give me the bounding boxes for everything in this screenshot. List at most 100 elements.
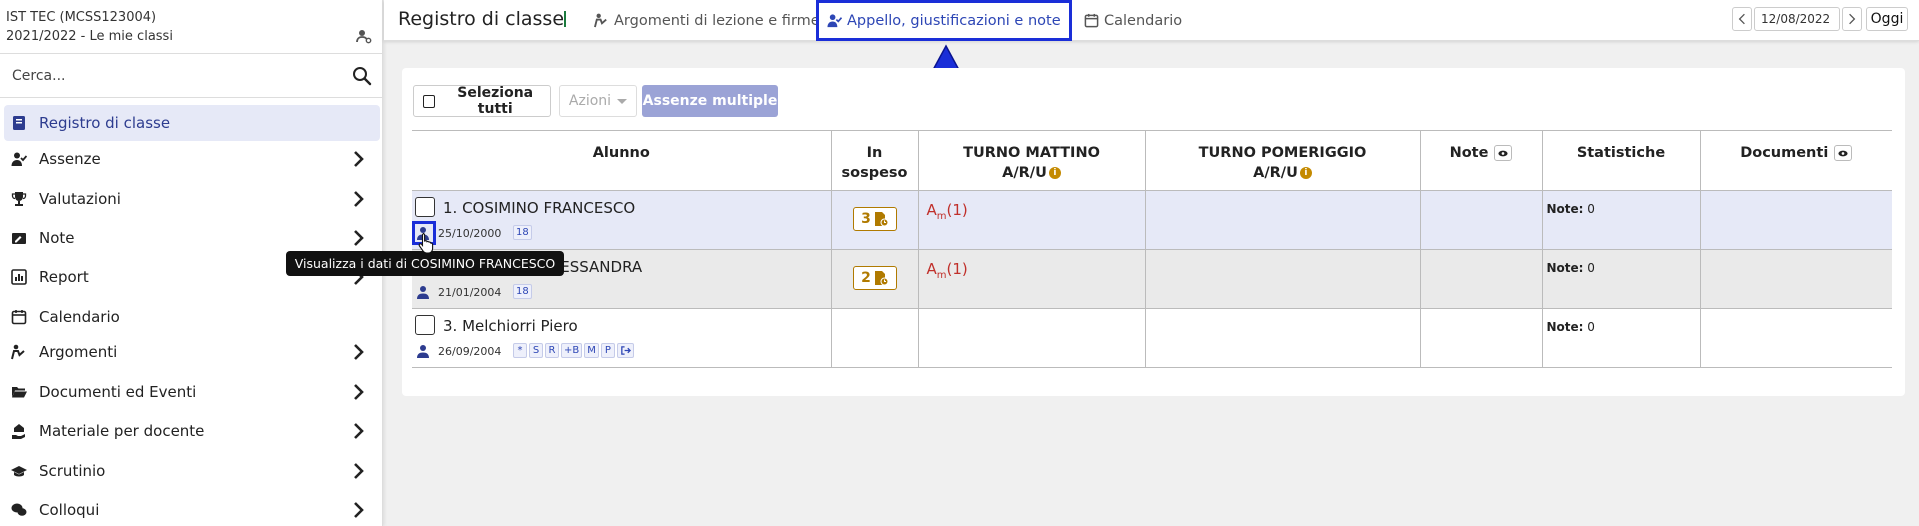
table-row: 2. ESPOSITO ALESSANDRA 21/01/2004 18 2 A… <box>412 249 1892 309</box>
cell-in-sospeso <box>830 308 918 368</box>
sidebar-item-valutazioni[interactable]: Valutazioni <box>4 181 380 217</box>
hand-cursor-icon <box>418 232 434 254</box>
row-checkbox[interactable] <box>415 315 435 335</box>
absence-marker[interactable]: Am(1) <box>927 260 968 281</box>
cell-turno-mattino[interactable]: Am(1) <box>917 190 1145 250</box>
student-tags: * S R +B M P <box>513 343 636 358</box>
chevron-right-icon <box>352 462 366 480</box>
student-name[interactable]: 1. COSIMINO FRANCESCO <box>443 199 635 217</box>
search-input[interactable] <box>12 64 342 88</box>
chevron-right-icon <box>1848 13 1856 25</box>
sidebar-item-documenti[interactable]: Documenti ed Eventi <box>4 374 380 410</box>
user-settings-icon[interactable] <box>356 28 372 44</box>
date-prev-button[interactable] <box>1732 7 1752 31</box>
person-icon[interactable] <box>416 344 430 358</box>
search-icon[interactable] <box>352 66 372 86</box>
title-separator <box>564 11 566 27</box>
tag-badge: 18 <box>513 284 532 299</box>
sidebar-item-registro[interactable]: Registro di classe <box>4 105 380 141</box>
note-stat: Note: 0 <box>1546 320 1595 334</box>
tab-calendario[interactable]: Calendario <box>1084 0 1182 41</box>
tag-badge: R <box>545 343 559 358</box>
cell-turno-mattino[interactable]: Am(1) <box>917 249 1145 309</box>
cell-note[interactable] <box>1419 249 1542 309</box>
cell-documenti[interactable] <box>1699 249 1892 309</box>
select-all-label: Seleziona tutti <box>457 85 534 117</box>
multiple-absences-button[interactable]: Assenze multiple <box>642 85 778 117</box>
eye-icon[interactable] <box>1494 145 1513 161</box>
document-clock-icon <box>871 212 888 226</box>
calendar-icon <box>1084 13 1104 28</box>
tab-label: Calendario <box>1104 12 1183 29</box>
cell-statistiche: Note: 0 <box>1541 190 1700 250</box>
tab-argomenti[interactable]: Argomenti di lezione e firme <box>594 0 820 41</box>
tag-badge: M <box>584 343 599 358</box>
pending-badge[interactable]: 3 <box>852 207 897 231</box>
student-dob: 26/09/2004 <box>438 345 502 358</box>
cell-alunno: 1. COSIMINO FRANCESCO 25/10/2000 18 <box>412 190 831 250</box>
person-icon[interactable] <box>416 285 430 299</box>
student-name[interactable]: 3. Melchiorri Piero <box>443 317 578 335</box>
sidebar-item-materiale[interactable]: Materiale per docente <box>4 413 380 449</box>
main-panel: Seleziona tutti Azioni Assenze multiple … <box>402 68 1905 396</box>
school-name: IST TEC (MCSS123004) <box>6 10 157 25</box>
cell-documenti[interactable] <box>1699 308 1892 368</box>
cell-turno-pomeriggio[interactable] <box>1144 308 1420 368</box>
student-dob: 21/01/2004 <box>438 286 502 299</box>
note-stat: Note: 0 <box>1546 261 1595 275</box>
cell-note[interactable] <box>1419 308 1542 368</box>
user-check-icon <box>827 13 847 28</box>
cell-in-sospeso: 2 <box>830 249 918 309</box>
tab-appello[interactable]: Appello, giustificazioni e note <box>816 0 1072 41</box>
exit-icon[interactable] <box>616 343 634 358</box>
page-title: Registro di classe <box>398 8 565 30</box>
note-edit-icon <box>11 230 27 246</box>
comments-icon <box>11 502 27 518</box>
book-icon <box>11 115 27 131</box>
cell-documenti[interactable] <box>1699 190 1892 250</box>
table-row: 1. COSIMINO FRANCESCO 25/10/2000 18 3 Am… <box>412 190 1892 250</box>
table-header: Alunno In sospeso TURNO MATTINO A/R/U i TU… <box>412 130 1892 191</box>
sidebar-item-label: Valutazioni <box>39 190 121 208</box>
tab-label: Appello, giustificazioni e note <box>847 12 1061 29</box>
sidebar-item-calendario[interactable]: Calendario <box>4 299 380 335</box>
actions-dropdown[interactable]: Azioni <box>559 85 637 117</box>
chevron-right-icon <box>352 343 366 361</box>
today-button[interactable]: Oggi <box>1866 7 1908 31</box>
tab-label: Argomenti di lezione e firme <box>614 12 820 29</box>
tag-badge: 18 <box>513 225 532 240</box>
cell-turno-mattino[interactable] <box>917 308 1145 368</box>
cell-turno-pomeriggio[interactable] <box>1144 190 1420 250</box>
sidebar-item-colloqui[interactable]: Colloqui <box>4 492 380 526</box>
sidebar-item-label: Registro di classe <box>39 114 171 132</box>
header-turno-mattino: TURNO MATTINO A/R/U i <box>917 130 1145 191</box>
table-row: 3. Melchiorri Piero 26/09/2004 * S R +B … <box>412 308 1892 368</box>
info-icon[interactable]: i <box>1048 167 1061 179</box>
student-tags: 18 <box>513 284 534 299</box>
sidebar-item-assenze[interactable]: Assenze <box>4 141 380 177</box>
date-next-button[interactable] <box>1842 7 1862 31</box>
absence-marker[interactable]: Am(1) <box>927 201 968 222</box>
sidebar-item-argomenti[interactable]: Argomenti <box>4 334 380 370</box>
folder-open-icon <box>11 384 27 400</box>
pending-badge[interactable]: 2 <box>852 266 897 290</box>
tag-badge: +B <box>561 343 583 358</box>
info-icon[interactable]: i <box>1299 167 1312 179</box>
chart-icon <box>11 269 27 285</box>
cell-turno-pomeriggio[interactable] <box>1144 249 1420 309</box>
date-input[interactable] <box>1754 7 1840 31</box>
sidebar-item-scrutinio[interactable]: Scrutinio <box>4 453 380 489</box>
select-all-button[interactable]: Seleziona tutti <box>413 85 551 117</box>
row-checkbox[interactable] <box>415 197 435 217</box>
caret-down-icon <box>617 98 628 104</box>
sidebar-item-label: Note <box>39 229 75 247</box>
cell-statistiche: Note: 0 <box>1541 308 1700 368</box>
tag-badge: P <box>600 343 615 358</box>
tooltip: Visualizza i dati di COSIMINO FRANCESCO <box>286 246 564 276</box>
eye-icon[interactable] <box>1834 145 1853 161</box>
chevron-right-icon <box>352 229 366 247</box>
chevron-left-icon <box>1738 13 1746 25</box>
cell-in-sospeso: 3 <box>830 190 918 250</box>
sidebar-item-label: Assenze <box>39 150 101 168</box>
cell-note[interactable] <box>1419 190 1542 250</box>
